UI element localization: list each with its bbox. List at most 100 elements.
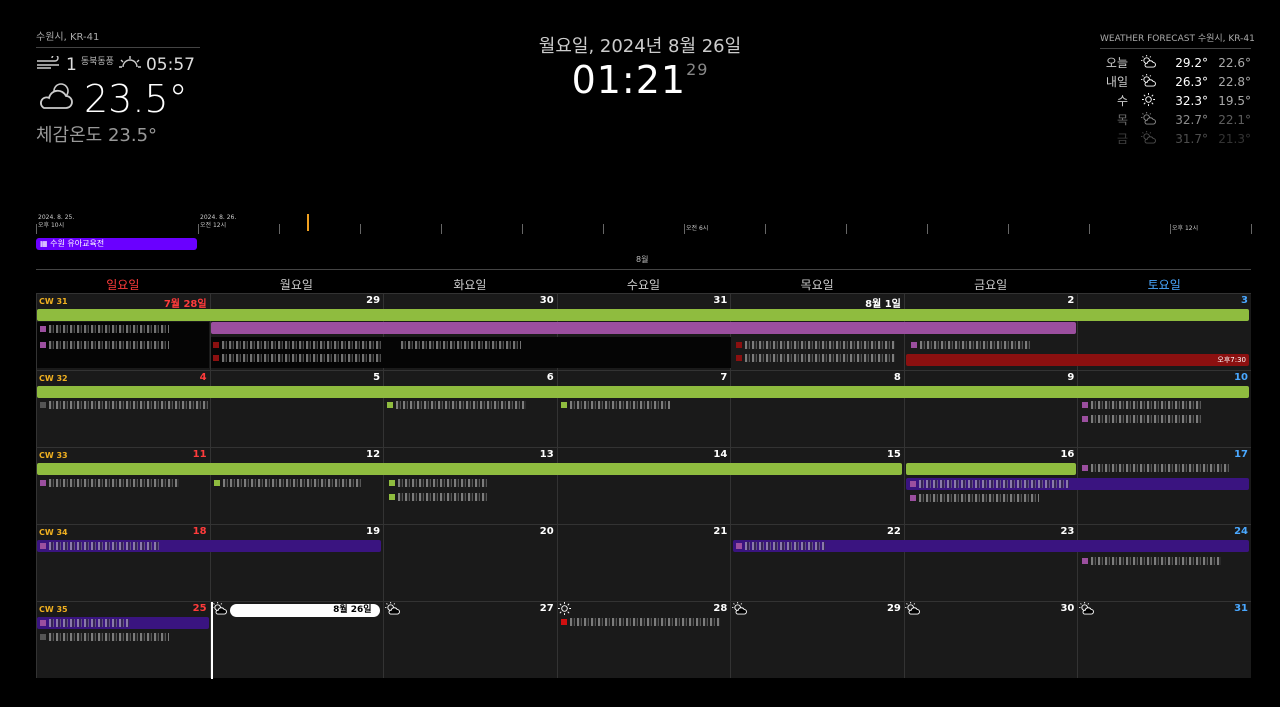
calendar-event[interactable] bbox=[906, 463, 1076, 475]
forecast-max: 32.7° bbox=[1175, 112, 1208, 127]
timeline-tick bbox=[441, 224, 442, 234]
event-color-dot bbox=[561, 619, 567, 625]
calendar-event-text[interactable] bbox=[401, 341, 521, 349]
calendar-event-text[interactable] bbox=[570, 401, 670, 409]
calendar-week: CW 32 4 5 6 7 8 9 10 bbox=[36, 370, 1251, 447]
forecast-min: 19.5° bbox=[1218, 93, 1251, 108]
calendar-event-text[interactable] bbox=[49, 619, 129, 627]
day-number: 16 bbox=[1060, 449, 1075, 460]
forecast-max: 26.3° bbox=[1175, 74, 1208, 89]
weekday-header: 월요일 bbox=[279, 278, 313, 292]
day-number: 17 bbox=[1234, 449, 1248, 460]
event-color-dot bbox=[1082, 558, 1088, 564]
calendar-event[interactable] bbox=[37, 309, 1249, 321]
sun-cloud-icon bbox=[1128, 110, 1168, 129]
wind-speed: 1 bbox=[66, 54, 77, 75]
day-number: 15 bbox=[886, 449, 901, 460]
calendar-day[interactable]: 21 bbox=[556, 524, 731, 601]
calendar-day[interactable]: 30 bbox=[903, 601, 1078, 678]
calendar-event-text[interactable] bbox=[570, 618, 720, 626]
calendar-day[interactable]: 23 bbox=[903, 524, 1078, 601]
calendar-day[interactable]: 22 bbox=[730, 524, 904, 601]
timeline-now-marker bbox=[307, 214, 309, 231]
calendar-day[interactable]: 19 bbox=[209, 524, 384, 601]
weekday-header: 토요일 bbox=[1147, 278, 1181, 292]
calendar-event[interactable] bbox=[37, 386, 1249, 398]
calendar-day[interactable]: 14 bbox=[556, 447, 731, 524]
timeline-label: 2024. 8. 26. 오전 12시 bbox=[200, 214, 237, 229]
calendar-day[interactable]: 9 bbox=[903, 370, 1078, 447]
calendar-event-text[interactable] bbox=[398, 479, 488, 487]
calendar-day[interactable]: 8 bbox=[730, 370, 904, 447]
calendar-day[interactable]: 31 bbox=[1077, 601, 1251, 678]
calendar-day[interactable]: 5 bbox=[209, 370, 384, 447]
sun-cloud-icon bbox=[1079, 602, 1094, 618]
month-calendar: 일요일 월요일 화요일 수요일 목요일 금요일 토요일 CW 31 7월 28일 29 30 31 8월… bbox=[36, 276, 1251, 680]
day-number: 12 bbox=[366, 449, 381, 460]
calendar-event-text[interactable] bbox=[396, 401, 526, 409]
calendar-event-text[interactable] bbox=[222, 354, 382, 362]
day-number: 6 bbox=[546, 372, 554, 383]
calendar-event-text[interactable] bbox=[49, 341, 169, 349]
calendar-day[interactable]: 29 bbox=[730, 601, 904, 678]
calendar-event[interactable]: 오후7:30 bbox=[906, 354, 1249, 366]
calendar-event-text[interactable] bbox=[49, 542, 159, 550]
calendar-day[interactable]: 27 bbox=[383, 601, 557, 678]
calendar-event-text[interactable] bbox=[49, 633, 169, 641]
timeline-label: 오전 6시 bbox=[686, 225, 709, 232]
event-color-dot bbox=[40, 326, 46, 332]
sun-cloud-icon bbox=[385, 602, 400, 618]
event-color-dot bbox=[213, 355, 219, 361]
timeline-tick bbox=[279, 224, 280, 234]
timeline-tick bbox=[522, 224, 523, 234]
calendar-event-text[interactable] bbox=[49, 401, 209, 409]
calendar-day[interactable]: 8월 26일 bbox=[209, 601, 384, 679]
sun-time: 05:57 bbox=[145, 54, 195, 75]
calendar-event-text[interactable] bbox=[222, 341, 382, 349]
calendar-event-text[interactable] bbox=[745, 542, 825, 550]
day-number: 3 bbox=[1241, 295, 1248, 306]
forecast-day: 금 bbox=[1116, 132, 1128, 146]
forecast-day: 내일 bbox=[1105, 75, 1128, 89]
calendar-event[interactable] bbox=[37, 463, 902, 475]
calendar-event-text[interactable] bbox=[919, 480, 1069, 488]
week-number: CW 35 bbox=[39, 605, 68, 614]
calendar-event-text[interactable] bbox=[919, 494, 1039, 502]
calendar-event-text[interactable] bbox=[1091, 557, 1221, 565]
day-number: 30 bbox=[1060, 603, 1075, 614]
event-color-dot bbox=[40, 543, 46, 549]
calendar-day[interactable]: CW 34 18 bbox=[36, 524, 210, 601]
timeline-tick bbox=[765, 224, 766, 234]
calendar-event-text[interactable] bbox=[49, 479, 179, 487]
calendar-day[interactable]: 28 bbox=[556, 601, 731, 678]
event-color-dot bbox=[213, 342, 219, 348]
calendar-day[interactable]: 15 bbox=[730, 447, 904, 524]
forecast-row: 내일 26.3° 22.8° bbox=[1100, 72, 1251, 91]
calendar-event-text[interactable] bbox=[49, 325, 169, 333]
calendar-event-text[interactable] bbox=[745, 354, 895, 362]
calendar-event-text[interactable] bbox=[223, 479, 363, 487]
calendar-day[interactable]: 20 bbox=[383, 524, 557, 601]
calendar-event-text[interactable] bbox=[1091, 464, 1231, 472]
forecast-table: 오늘 29.2° 22.6° 내일 26.3° 22.8° 수 32.3° 19.5° 목 32.7… bbox=[1100, 53, 1251, 148]
calendar-event-text[interactable] bbox=[1091, 401, 1201, 409]
forecast-day: 목 bbox=[1116, 113, 1128, 127]
calendar-event-text[interactable] bbox=[1091, 415, 1201, 423]
week-number: CW 31 bbox=[39, 297, 68, 306]
calendar-event-text[interactable] bbox=[398, 493, 488, 501]
calendar-event-text[interactable] bbox=[920, 341, 1030, 349]
event-color-dot bbox=[1082, 465, 1088, 471]
forecast-min: 22.1° bbox=[1218, 112, 1251, 127]
event-color-dot bbox=[736, 342, 742, 348]
event-color-dot bbox=[910, 481, 916, 487]
day-number: 18 bbox=[192, 526, 207, 537]
calendar-event[interactable] bbox=[211, 322, 1076, 334]
day-number: 14 bbox=[713, 449, 728, 460]
sun-cloud-icon bbox=[732, 602, 747, 618]
sun-cloud-icon bbox=[1128, 129, 1168, 148]
day-number: 22 bbox=[886, 526, 901, 537]
calendar-event-text[interactable] bbox=[745, 341, 895, 349]
event-color-dot bbox=[736, 355, 742, 361]
timeline-event[interactable]: ▦ 수원 유아교육전 bbox=[36, 238, 197, 250]
event-color-dot bbox=[387, 402, 393, 408]
